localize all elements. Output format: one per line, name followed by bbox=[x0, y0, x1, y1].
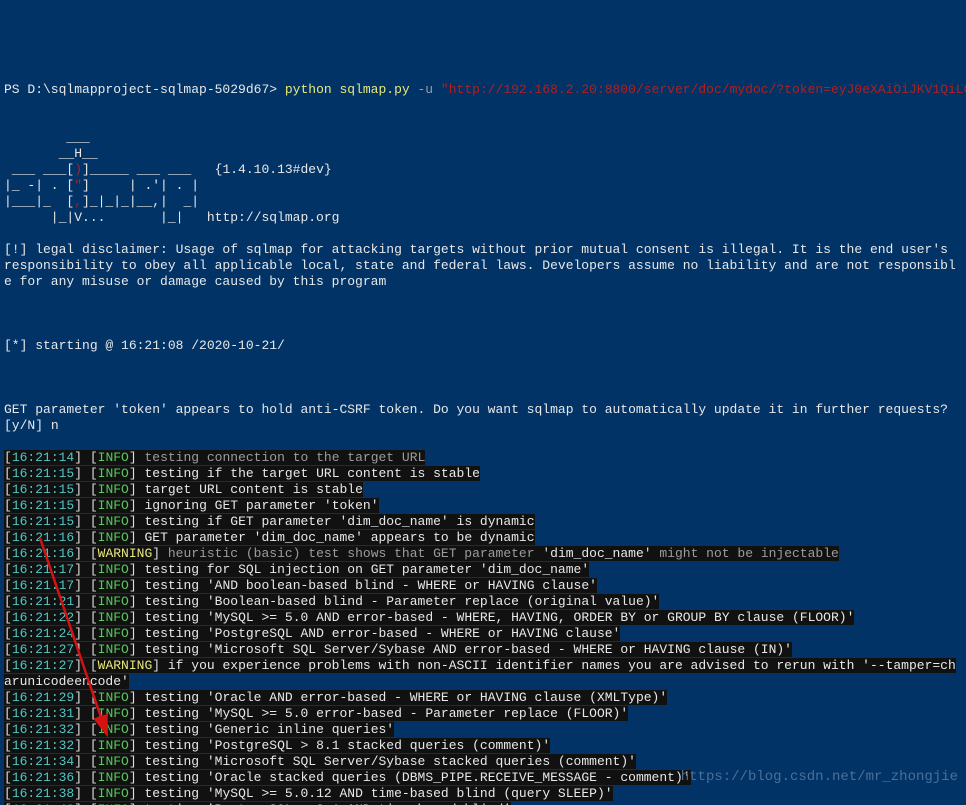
log-line: [16:21:36] [INFO] testing 'Oracle stacke… bbox=[4, 770, 962, 786]
log-line: [16:21:22] [INFO] testing 'MySQL >= 5.0 … bbox=[4, 610, 962, 626]
log-line: [16:21:15] [INFO] testing if GET paramet… bbox=[4, 514, 962, 530]
log-line: [16:21:14] [INFO] testing connection to … bbox=[4, 450, 962, 466]
log-line: [16:21:29] [INFO] testing 'Oracle AND er… bbox=[4, 690, 962, 706]
log-line: [16:21:31] [INFO] testing 'MySQL >= 5.0 … bbox=[4, 706, 962, 722]
command-line[interactable]: PS D:\sqlmapproject-sqlmap-5029d67> pyth… bbox=[4, 82, 962, 98]
log-lines: [16:21:14] [INFO] testing connection to … bbox=[4, 450, 962, 805]
legal-disclaimer: [!] legal disclaimer: Usage of sqlmap fo… bbox=[4, 242, 962, 290]
log-line: [16:21:15] [INFO] testing if the target … bbox=[4, 466, 962, 482]
log-line: [16:21:32] [INFO] testing 'PostgreSQL > … bbox=[4, 738, 962, 754]
command-text: python sqlmap.py bbox=[285, 82, 410, 97]
prompt-path: PS D:\sqlmapproject-sqlmap-5029d67> bbox=[4, 82, 277, 97]
log-line: [16:21:27] [WARNING] if you experience p… bbox=[4, 658, 962, 690]
banner-ascii-art: ___ __H__ ___ ___[)]_____ ___ ___ {1.4.1… bbox=[4, 114, 962, 226]
terminal-output: PS D:\sqlmapproject-sqlmap-5029d67> pyth… bbox=[0, 64, 966, 805]
log-line: [16:21:16] [INFO] GET parameter 'dim_doc… bbox=[4, 530, 962, 546]
log-line: [16:21:15] [INFO] ignoring GET parameter… bbox=[4, 498, 962, 514]
banner-site: http://sqlmap.org bbox=[207, 210, 340, 225]
log-line: [16:21:15] [INFO] target URL content is … bbox=[4, 482, 962, 498]
log-line: [16:21:21] [INFO] testing 'Boolean-based… bbox=[4, 594, 962, 610]
start-marker: [*] starting @ 16:21:08 /2020-10-21/ bbox=[4, 338, 962, 354]
log-line: [16:21:32] [INFO] testing 'Generic inlin… bbox=[4, 722, 962, 738]
log-line: [16:21:34] [INFO] testing 'Microsoft SQL… bbox=[4, 754, 962, 770]
log-line: [16:21:16] [WARNING] heuristic (basic) t… bbox=[4, 546, 962, 562]
flag-u: -u bbox=[418, 82, 434, 97]
log-line: [16:21:27] [INFO] testing 'Microsoft SQL… bbox=[4, 642, 962, 658]
log-line: [16:21:17] [INFO] testing 'AND boolean-b… bbox=[4, 578, 962, 594]
log-line: [16:21:24] [INFO] testing 'PostgreSQL AN… bbox=[4, 626, 962, 642]
csrf-question: GET parameter 'token' appears to hold an… bbox=[4, 402, 956, 433]
log-line: [16:21:38] [INFO] testing 'MySQL >= 5.0.… bbox=[4, 786, 962, 802]
banner-version: {1.4.10.13#dev} bbox=[215, 162, 332, 177]
csrf-prompt[interactable]: GET parameter 'token' appears to hold an… bbox=[4, 402, 962, 434]
target-url: "http://192.168.2.20:8800/server/doc/myd… bbox=[441, 82, 966, 97]
csrf-answer: n bbox=[51, 418, 59, 433]
log-line: [16:21:17] [INFO] testing for SQL inject… bbox=[4, 562, 962, 578]
